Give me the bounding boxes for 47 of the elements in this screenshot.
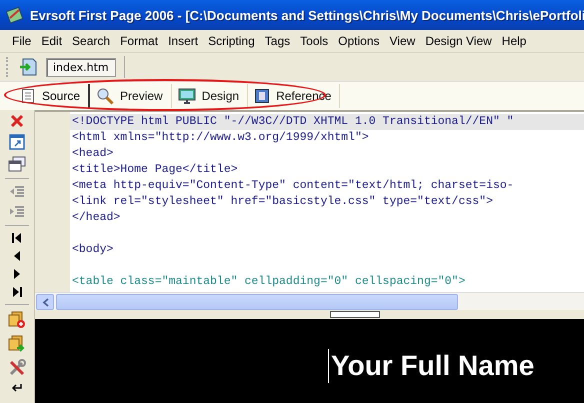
code-line: <head> [71, 146, 114, 162]
next-icon[interactable] [13, 268, 21, 280]
menu-item[interactable]: Edit [36, 32, 68, 50]
chevron-left-icon [42, 298, 48, 306]
code-line: <meta http-equiv="Content-Type" content="text/html; charset=iso- [71, 178, 515, 194]
monitor-icon [178, 88, 196, 104]
view-tab[interactable]: Source [14, 84, 90, 108]
windows-icon[interactable] [8, 156, 26, 172]
first-icon[interactable] [12, 232, 22, 244]
horizontal-scrollbar[interactable] [35, 292, 584, 310]
code-line: <table class="maintable" cellpadding="0" cellspacing="0"> [71, 274, 466, 290]
file-tab[interactable]: index.htm [46, 58, 116, 76]
page-heading: Your Full Name [331, 350, 534, 382]
document-icon [20, 88, 36, 104]
menu-item[interactable]: Format [115, 32, 164, 50]
splitter-handle[interactable] [330, 311, 380, 318]
menu-item[interactable]: Design View [420, 32, 497, 50]
return-icon[interactable] [11, 383, 23, 393]
app-icon [6, 6, 24, 24]
code-line: <body> [71, 242, 114, 258]
close-icon[interactable] [10, 114, 24, 128]
code-line: </head> [71, 210, 122, 226]
scroll-left-button[interactable] [36, 294, 54, 310]
menu-item[interactable]: Scripting [203, 32, 260, 50]
menu-item[interactable]: File [7, 32, 36, 50]
menu-item[interactable]: Options [333, 32, 385, 50]
code-line: <link rel="stylesheet" href="basicstyle.css" type="text/css"> [71, 194, 494, 210]
menu-item[interactable]: Tools [295, 32, 334, 50]
view-tab[interactable]: Preview [90, 84, 172, 108]
popout-window-icon[interactable] [9, 134, 25, 150]
text-cursor [328, 349, 329, 383]
menu-item[interactable]: Search [67, 32, 116, 50]
search-icon [96, 87, 114, 105]
menu-item[interactable]: Tags [260, 32, 296, 50]
view-tab[interactable]: Design [172, 84, 248, 108]
open-file-icon[interactable] [18, 57, 38, 77]
add-document-icon[interactable] [8, 311, 26, 329]
scrollbar-thumb[interactable] [56, 294, 458, 310]
menu-item[interactable]: Insert [163, 32, 204, 50]
menu-item[interactable]: View [384, 32, 420, 50]
code-line: <html xmlns="http://www.w3.org/1999/xhtml"> [71, 130, 370, 146]
code-line: <title>Home Page</title> [71, 162, 239, 178]
last-icon[interactable] [12, 286, 22, 298]
menu-item[interactable]: Help [496, 32, 532, 50]
previous-icon[interactable] [13, 250, 21, 262]
tools-icon[interactable] [8, 359, 26, 377]
document-arrow-icon[interactable] [8, 335, 26, 353]
